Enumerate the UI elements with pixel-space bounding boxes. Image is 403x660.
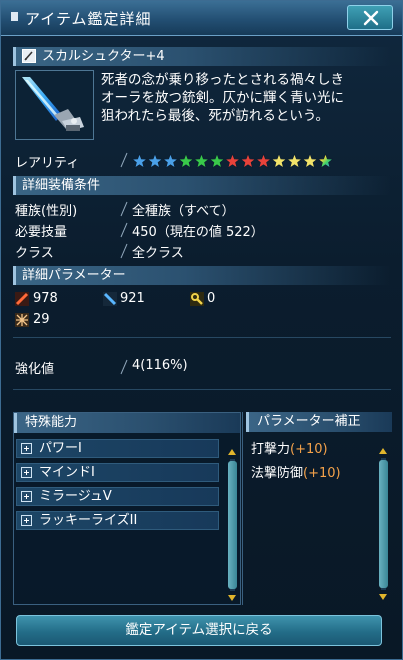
expand-plus-icon: [21, 443, 32, 454]
special-abilities-panel: 特殊能力 パワーI マインドI ミラージュV ラッキーライズII: [13, 412, 241, 605]
panel-divider: [242, 412, 243, 605]
rarity-label: レアリティ: [15, 156, 80, 171]
rarity-stars: [131, 153, 342, 173]
weapon-thumbnail: [15, 70, 94, 140]
ranged-attack-icon: [103, 292, 117, 306]
divider: [13, 337, 391, 338]
item-appraisal-window: アイテム鑑定詳細 スカルシュクター+4 死者の念が乗り移ったとされる禍々しき オ…: [0, 0, 403, 660]
rarity-star-icon: [271, 153, 287, 169]
scroll-thumb[interactable]: [379, 460, 388, 588]
expand-plus-icon: [21, 515, 32, 526]
param-bonus-label: 法撃防御: [251, 466, 304, 481]
rarity-star-icon: [193, 153, 210, 169]
scroll-up-arrow-icon[interactable]: [379, 448, 387, 454]
ability-name: ミラージュV: [39, 489, 112, 504]
slash-separator: [120, 359, 128, 375]
rarity-star-icon: [302, 153, 318, 169]
abilities-scrollbar[interactable]: [228, 449, 237, 601]
rarity-star-icon: [240, 153, 256, 169]
expand-plus-icon: [21, 491, 32, 502]
striking-attack-value: 978: [33, 291, 58, 306]
param-bonus-scrollbar[interactable]: [379, 448, 388, 600]
description-line: オーラを放つ銃剣。仄かに輝く青い光に: [101, 90, 344, 106]
weapon-description: 死者の念が乗り移ったとされる禍々しき オーラを放つ銃剣。仄かに輝く青い光に 狙わ…: [101, 71, 396, 125]
param-bonus-label: 打撃力: [251, 442, 291, 457]
ranged-attack-value: 921: [120, 291, 145, 306]
ability-name: ラッキーライズII: [39, 513, 138, 528]
rarity-star-icon: [178, 153, 194, 169]
technique-attack-value: 0: [207, 291, 216, 306]
scroll-up-arrow-icon[interactable]: [228, 449, 236, 455]
param-bonus-value: (+10): [290, 442, 328, 457]
weapon-name-header: スカルシュクター+4: [13, 47, 391, 66]
parameter-bonus-header: パラメーター補正: [246, 412, 392, 432]
scroll-down-arrow-icon[interactable]: [228, 595, 236, 601]
required-skill-label: 必要技量: [15, 225, 68, 240]
class-value: 全クラス: [132, 246, 184, 261]
param-bonus-row: 打撃力(+10): [251, 438, 328, 457]
enhancement-value: 4(116%): [132, 358, 188, 373]
scroll-thumb[interactable]: [228, 461, 237, 589]
ability-item[interactable]: ラッキーライズII: [16, 511, 219, 530]
weapon-name: スカルシュクター+4: [42, 49, 165, 64]
rarity-star-icon: [147, 153, 163, 169]
ability-name: マインドI: [39, 465, 95, 480]
required-skill-value: 450（現在の値 522）: [132, 225, 264, 240]
ability-item[interactable]: パワーI: [16, 439, 219, 458]
rarity-star-row: [131, 153, 334, 169]
rarity-star-icon: [209, 153, 225, 169]
back-to-appraisal-selection-button[interactable]: 鑑定アイテム選択に戻る: [16, 615, 382, 646]
enhancement-label: 強化値: [15, 362, 55, 377]
ability-name: パワーI: [39, 441, 82, 456]
close-button[interactable]: [347, 5, 393, 30]
close-x-icon: [363, 10, 379, 26]
ability-item[interactable]: ミラージュV: [16, 487, 219, 506]
technique-attack-icon: [190, 292, 204, 306]
rarity-star-icon: [317, 153, 334, 169]
param-bonus-value: (+10): [303, 466, 341, 481]
description-line: 死者の念が乗り移ったとされる禍々しき: [101, 72, 344, 88]
rarity-star-icon: [162, 153, 179, 169]
description-line: 狙われたら最後、死が訪れるという。: [101, 108, 330, 124]
element-value: 29: [33, 312, 50, 327]
ability-item[interactable]: マインドI: [16, 463, 219, 482]
param-bonus-row: 法撃防御(+10): [251, 462, 341, 481]
parameters-header: 詳細パラメーター: [13, 266, 391, 285]
race-gender-label: 種族(性別): [15, 204, 78, 219]
divider: [13, 389, 391, 390]
rarity-star-icon: [286, 153, 303, 169]
striking-attack-icon: [15, 292, 29, 306]
slash-separator: [120, 222, 128, 238]
class-label: クラス: [15, 246, 54, 261]
sword-icon: [22, 49, 36, 63]
slash-separator: [120, 243, 128, 259]
slash-separator: [120, 201, 128, 217]
title-bar: アイテム鑑定詳細: [1, 1, 402, 36]
title-bullet-icon: [11, 12, 18, 21]
requirements-header: 詳細装備条件: [13, 176, 391, 195]
slash-separator: [120, 152, 128, 168]
window-title: アイテム鑑定詳細: [25, 10, 152, 28]
scroll-down-arrow-icon[interactable]: [379, 594, 387, 600]
element-icon: [15, 313, 29, 327]
rarity-star-icon: [131, 153, 148, 169]
rarity-star-icon: [255, 153, 272, 169]
expand-plus-icon: [21, 467, 32, 478]
gunblade-image-icon: [22, 77, 84, 131]
race-gender-value: 全種族（すべて）: [132, 204, 235, 219]
special-abilities-header: 特殊能力: [14, 413, 240, 433]
rarity-star-icon: [224, 153, 241, 169]
